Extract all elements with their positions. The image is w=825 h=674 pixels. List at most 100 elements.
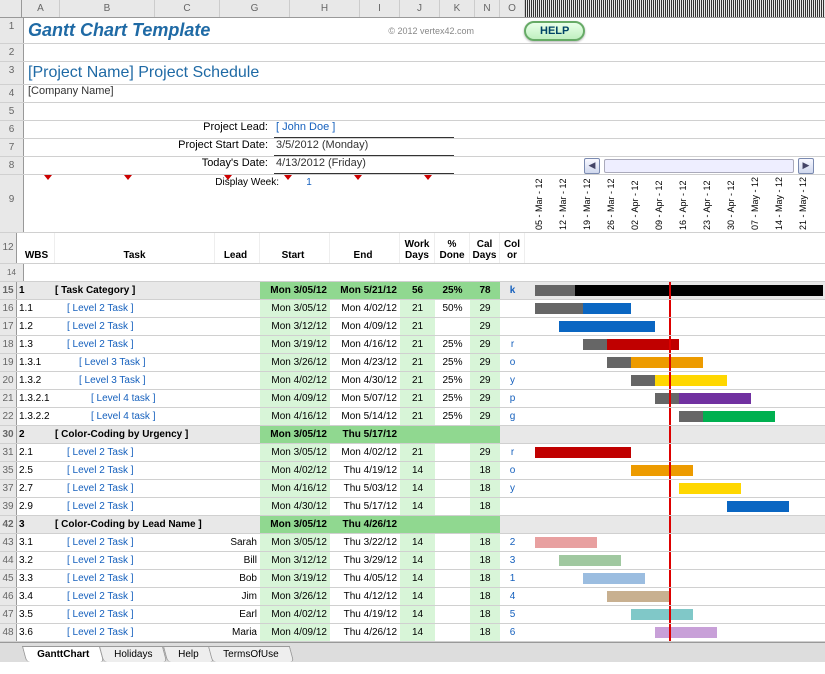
cell-caldays[interactable]: 18 xyxy=(470,588,500,605)
sheet-tab-help[interactable]: Help xyxy=(162,646,213,662)
cell-caldays[interactable]: 18 xyxy=(470,498,500,515)
cell-caldays[interactable]: 18 xyxy=(470,534,500,551)
cell-caldays[interactable]: 29 xyxy=(470,354,500,371)
cell-pctdone[interactable]: 25% xyxy=(435,390,470,407)
cell-wbs[interactable]: 2.9 xyxy=(17,498,55,515)
cell-wbs[interactable]: 2.7 xyxy=(17,480,55,497)
cell-end[interactable]: Mon 4/16/12 xyxy=(330,336,400,353)
cell-pctdone[interactable] xyxy=(435,534,470,551)
cell-color[interactable] xyxy=(500,300,525,317)
cell-pctdone[interactable] xyxy=(435,480,470,497)
cell-task[interactable]: [ Level 2 Task ] xyxy=(55,462,215,479)
cell-end[interactable]: Thu 3/29/12 xyxy=(330,552,400,569)
cell-end[interactable]: Thu 5/17/12 xyxy=(330,498,400,515)
cell-workdays[interactable] xyxy=(400,516,435,533)
cell-color[interactable]: g xyxy=(500,408,525,425)
table-row[interactable]: 463.4[ Level 2 Task ]JimMon 3/26/12Thu 4… xyxy=(0,588,825,606)
table-row[interactable]: 211.3.2.1[ Level 4 task ]Mon 4/09/12Mon … xyxy=(0,390,825,408)
cell-pctdone[interactable]: 25% xyxy=(435,354,470,371)
cell-wbs[interactable]: 1.3.2.1 xyxy=(17,390,55,407)
cell-task[interactable]: [ Level 2 Task ] xyxy=(55,624,215,641)
cell-task[interactable]: [ Level 4 task ] xyxy=(55,390,215,407)
cell-color[interactable]: p xyxy=(500,390,525,407)
cell-wbs[interactable]: 2.5 xyxy=(17,462,55,479)
cell-start[interactable]: Mon 3/26/12 xyxy=(260,354,330,371)
cell-task[interactable]: [ Level 3 Task ] xyxy=(55,372,215,389)
cell-start[interactable]: Mon 4/30/12 xyxy=(260,498,330,515)
cell-start[interactable]: Mon 3/12/12 xyxy=(260,552,330,569)
cell-color[interactable]: 4 xyxy=(500,588,525,605)
cell-start[interactable]: Mon 3/05/12 xyxy=(260,282,330,299)
scroll-track[interactable] xyxy=(604,159,794,173)
table-row[interactable]: 171.2[ Level 2 Task ]Mon 3/12/12Mon 4/09… xyxy=(0,318,825,336)
table-row[interactable]: 201.3.2[ Level 3 Task ]Mon 4/02/12Mon 4/… xyxy=(0,372,825,390)
cell-start[interactable]: Mon 4/02/12 xyxy=(260,372,330,389)
cell-pctdone[interactable]: 25% xyxy=(435,372,470,389)
cell-lead[interactable] xyxy=(215,480,260,497)
cell-task[interactable]: [ Level 2 Task ] xyxy=(55,444,215,461)
cell-color[interactable]: y xyxy=(500,372,525,389)
cell-end[interactable]: Thu 4/26/12 xyxy=(330,516,400,533)
cell-end[interactable]: Mon 5/21/12 xyxy=(330,282,400,299)
sheet-tab-termsofuse[interactable]: TermsOfUse xyxy=(208,646,294,662)
cell-start[interactable]: Mon 3/05/12 xyxy=(260,300,330,317)
cell-pctdone[interactable] xyxy=(435,606,470,623)
cell-workdays[interactable]: 21 xyxy=(400,372,435,389)
cell-wbs[interactable]: 3.4 xyxy=(17,588,55,605)
cell-lead[interactable] xyxy=(215,408,260,425)
column-header-K[interactable]: K xyxy=(440,0,475,17)
cell-color[interactable]: 1 xyxy=(500,570,525,587)
cell-workdays[interactable]: 14 xyxy=(400,534,435,551)
cell-color[interactable]: 2 xyxy=(500,534,525,551)
cell-color[interactable]: r xyxy=(500,336,525,353)
cell-caldays[interactable] xyxy=(470,516,500,533)
cell-color[interactable]: o xyxy=(500,354,525,371)
cell-pctdone[interactable] xyxy=(435,462,470,479)
cell-task[interactable]: [ Level 2 Task ] xyxy=(55,588,215,605)
cell-color[interactable]: 5 xyxy=(500,606,525,623)
cell-wbs[interactable]: 3.1 xyxy=(17,534,55,551)
cell-workdays[interactable] xyxy=(400,426,435,443)
table-row[interactable]: 151[ Task Category ]Mon 3/05/12Mon 5/21/… xyxy=(0,282,825,300)
cell-pctdone[interactable] xyxy=(435,624,470,641)
table-row[interactable]: 181.3[ Level 2 Task ]Mon 3/19/12Mon 4/16… xyxy=(0,336,825,354)
cell-color[interactable] xyxy=(500,318,525,335)
cell-end[interactable]: Thu 5/17/12 xyxy=(330,426,400,443)
cell-workdays[interactable]: 21 xyxy=(400,336,435,353)
cell-start[interactable]: Mon 4/09/12 xyxy=(260,390,330,407)
cell-caldays[interactable]: 18 xyxy=(470,552,500,569)
cell-task[interactable]: [ Level 2 Task ] xyxy=(55,606,215,623)
cell-lead[interactable] xyxy=(215,300,260,317)
cell-end[interactable]: Mon 4/02/12 xyxy=(330,444,400,461)
cell-caldays[interactable] xyxy=(470,426,500,443)
scroll-left-button[interactable]: ◀ xyxy=(584,158,600,174)
cell-workdays[interactable]: 14 xyxy=(400,570,435,587)
table-row[interactable]: 453.3[ Level 2 Task ]BobMon 3/19/12Thu 4… xyxy=(0,570,825,588)
table-row[interactable]: 161.1[ Level 2 Task ]Mon 3/05/12Mon 4/02… xyxy=(0,300,825,318)
table-row[interactable]: 221.3.2.2[ Level 4 task ]Mon 4/16/12Mon … xyxy=(0,408,825,426)
cell-task[interactable]: [ Level 2 Task ] xyxy=(55,498,215,515)
cell-lead[interactable]: Bill xyxy=(215,552,260,569)
cell-wbs[interactable]: 3.5 xyxy=(17,606,55,623)
column-header-I[interactable]: I xyxy=(360,0,400,17)
cell-start[interactable]: Mon 3/19/12 xyxy=(260,336,330,353)
cell-lead[interactable] xyxy=(215,444,260,461)
cell-caldays[interactable]: 29 xyxy=(470,318,500,335)
cell-workdays[interactable]: 21 xyxy=(400,300,435,317)
cell-wbs[interactable]: 3 xyxy=(17,516,55,533)
cell-caldays[interactable]: 29 xyxy=(470,372,500,389)
cell-workdays[interactable]: 21 xyxy=(400,318,435,335)
cell-task[interactable]: [ Level 2 Task ] xyxy=(55,534,215,551)
cell-lead[interactable]: Earl xyxy=(215,606,260,623)
cell-task[interactable]: [ Task Category ] xyxy=(55,282,215,299)
cell-end[interactable]: Thu 4/05/12 xyxy=(330,570,400,587)
cell-lead[interactable] xyxy=(215,516,260,533)
cell-end[interactable]: Mon 5/14/12 xyxy=(330,408,400,425)
cell-end[interactable]: Mon 4/30/12 xyxy=(330,372,400,389)
cell-color[interactable] xyxy=(500,498,525,515)
table-row[interactable]: 191.3.1[ Level 3 Task ]Mon 3/26/12Mon 4/… xyxy=(0,354,825,372)
cell-color[interactable]: r xyxy=(500,444,525,461)
cell-start[interactable]: Mon 3/12/12 xyxy=(260,318,330,335)
cell-end[interactable]: Mon 4/02/12 xyxy=(330,300,400,317)
cell-wbs[interactable]: 1.2 xyxy=(17,318,55,335)
